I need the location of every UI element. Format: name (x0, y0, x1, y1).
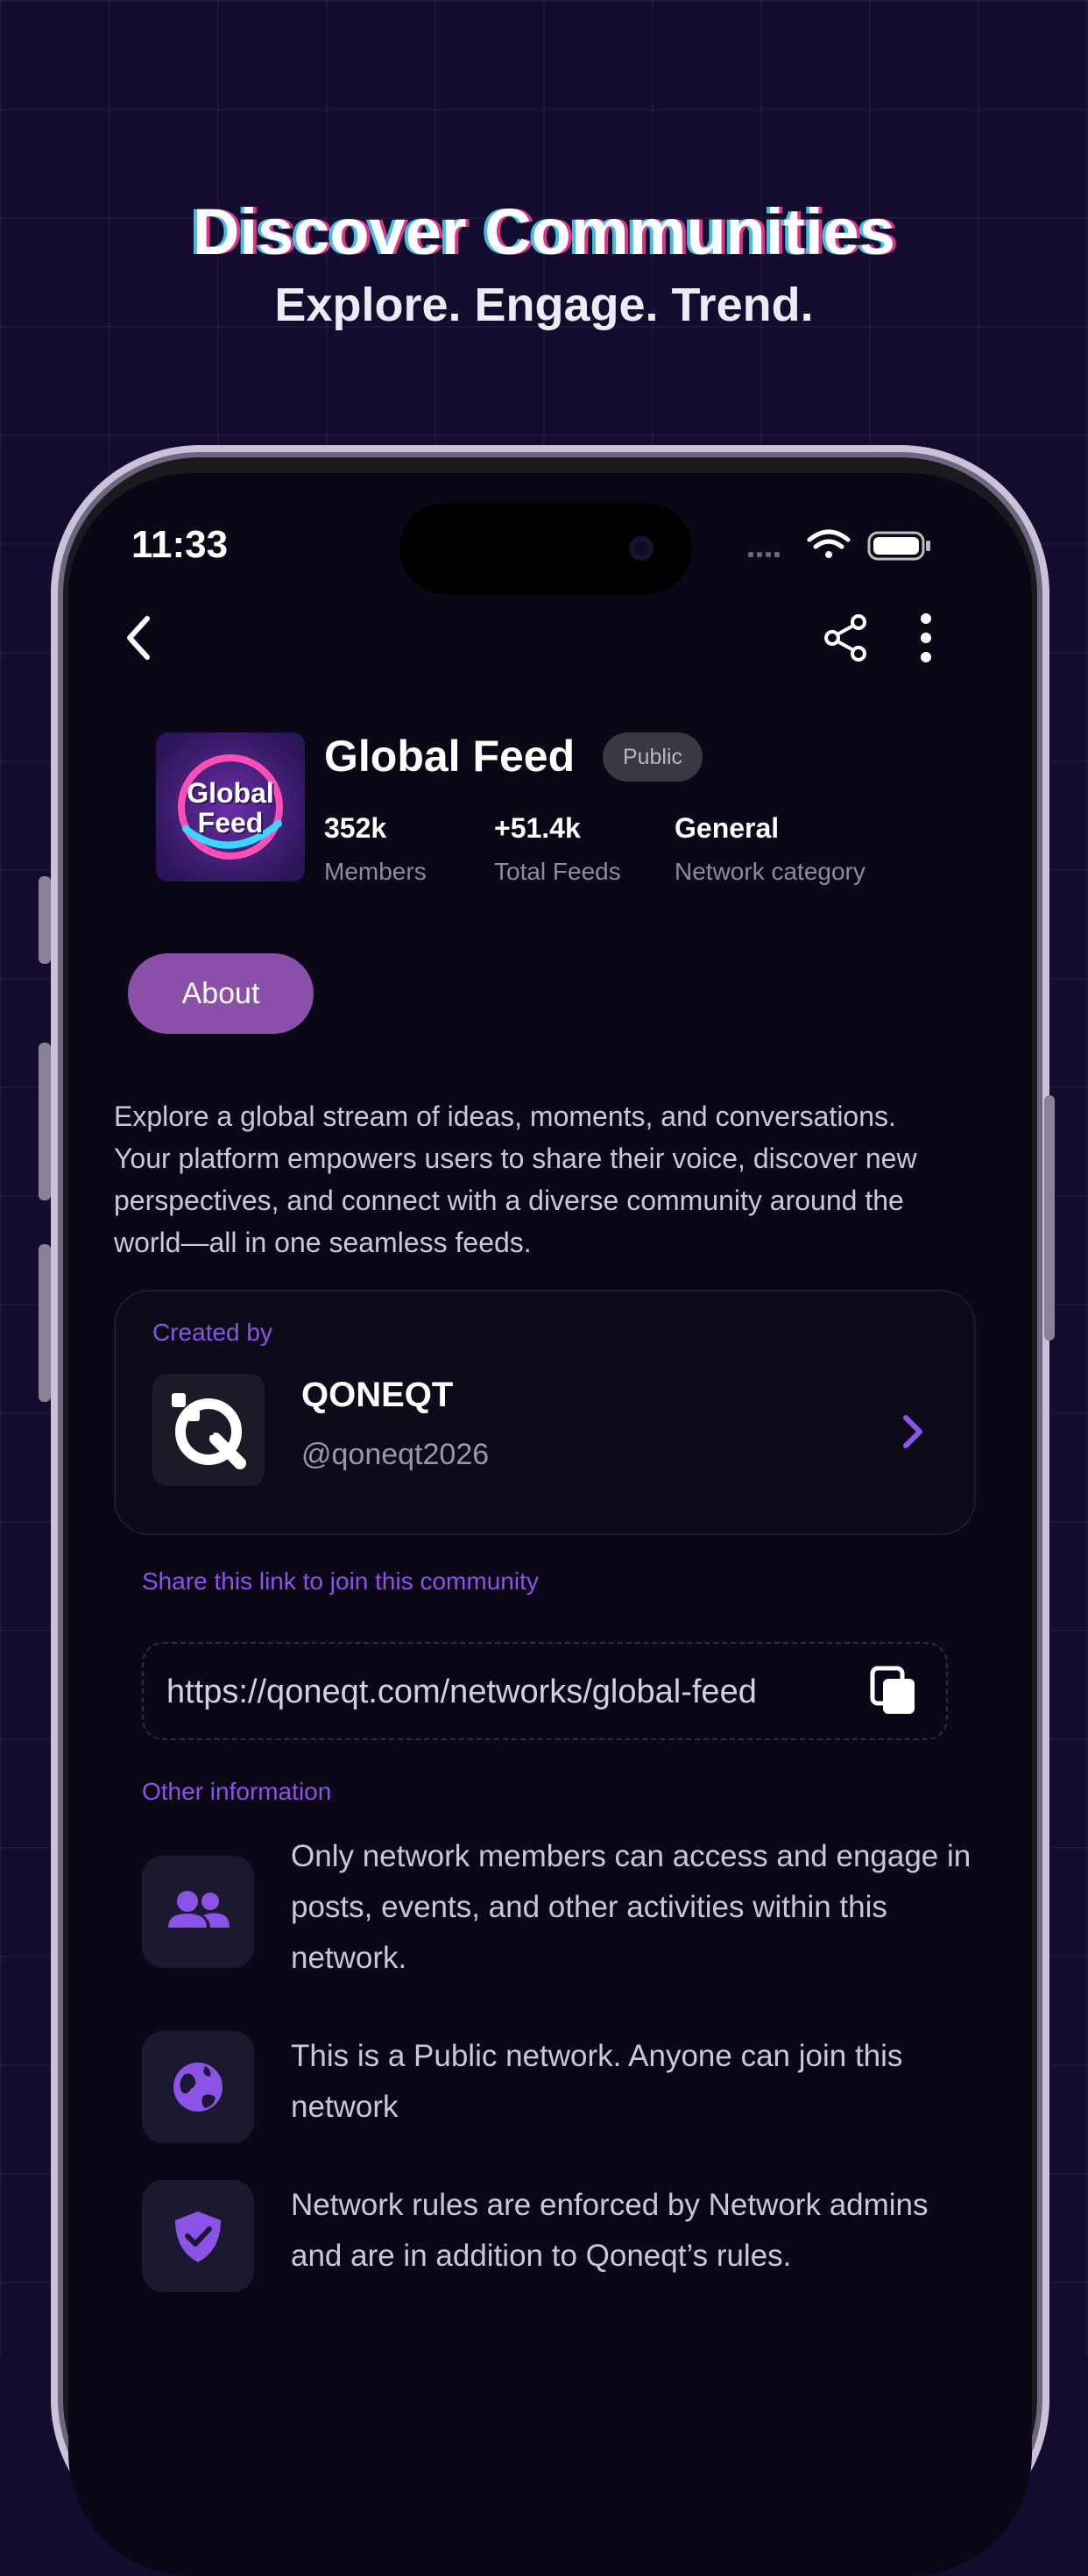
total-feeds-count: +51.4k (494, 812, 581, 844)
network-category-label: Network category (675, 858, 865, 885)
phone-power-button (1044, 1095, 1055, 1341)
more-options-button[interactable] (911, 612, 941, 664)
info-text-public: This is a Public network. Anyone can joi… (291, 2039, 903, 2124)
network-category-value: General (675, 812, 780, 844)
created-by-label: Created by (152, 1319, 272, 1346)
signal-icon (748, 552, 780, 557)
members-count: 352k (324, 812, 387, 844)
battery-icon (867, 531, 930, 561)
share-link-label: Share this link to join this community (142, 1568, 539, 1595)
share-button[interactable] (820, 612, 873, 664)
about-tab[interactable]: About (128, 953, 314, 1034)
users-icon (168, 1891, 230, 1928)
back-chevron-icon (127, 616, 150, 660)
community-name: Global Feed (324, 732, 576, 781)
community-logo-text-line2: Feed (197, 807, 264, 839)
total-feeds-label: Total Feeds (494, 858, 621, 885)
qoneqt-logo-icon (172, 1393, 246, 1469)
phone-volume-down-button (39, 1244, 51, 1402)
share-link-url[interactable]: https://qoneqt.com/networks/global-feed (166, 1670, 757, 1714)
shield-check-icon (175, 2212, 221, 2262)
phone-action-button (39, 876, 51, 964)
back-button[interactable] (116, 610, 165, 666)
hero-subtitle: Explore. Engage. Trend. (274, 279, 814, 331)
globe-icon (173, 2063, 223, 2112)
copy-link-button[interactable] (867, 1665, 920, 1717)
info-text-members: Only network members can access and enga… (291, 1839, 971, 1975)
hero-title: Discover Communities (193, 195, 895, 268)
members-label: Members (324, 858, 427, 885)
visibility-badge: Public (603, 732, 703, 782)
camera-icon (629, 536, 654, 561)
copy-icon (870, 1666, 915, 1714)
info-icon-box-public (142, 2031, 254, 2143)
community-logo: Global Feed (156, 732, 305, 881)
status-icons (748, 529, 930, 561)
chevron-right-icon[interactable] (897, 1412, 929, 1451)
community-logo-text-line1: Global (187, 777, 274, 809)
share-icon (824, 614, 866, 662)
creator-avatar (152, 1374, 265, 1486)
more-vertical-icon (921, 613, 931, 662)
other-information-label: Other information (142, 1778, 332, 1805)
info-icon-box-members (142, 1856, 254, 1968)
info-icon-box-rules (142, 2180, 254, 2292)
info-text-rules: Network rules are enforced by Network ad… (291, 2188, 929, 2273)
creator-handle: @qoneqt2026 (301, 1438, 490, 1471)
creator-name: QONEQT (301, 1376, 454, 1414)
status-time: 11:33 (131, 523, 229, 566)
wifi-icon (807, 529, 851, 558)
phone-volume-up-button (39, 1043, 51, 1200)
community-description: Explore a global stream of ideas, moment… (114, 1100, 917, 1258)
